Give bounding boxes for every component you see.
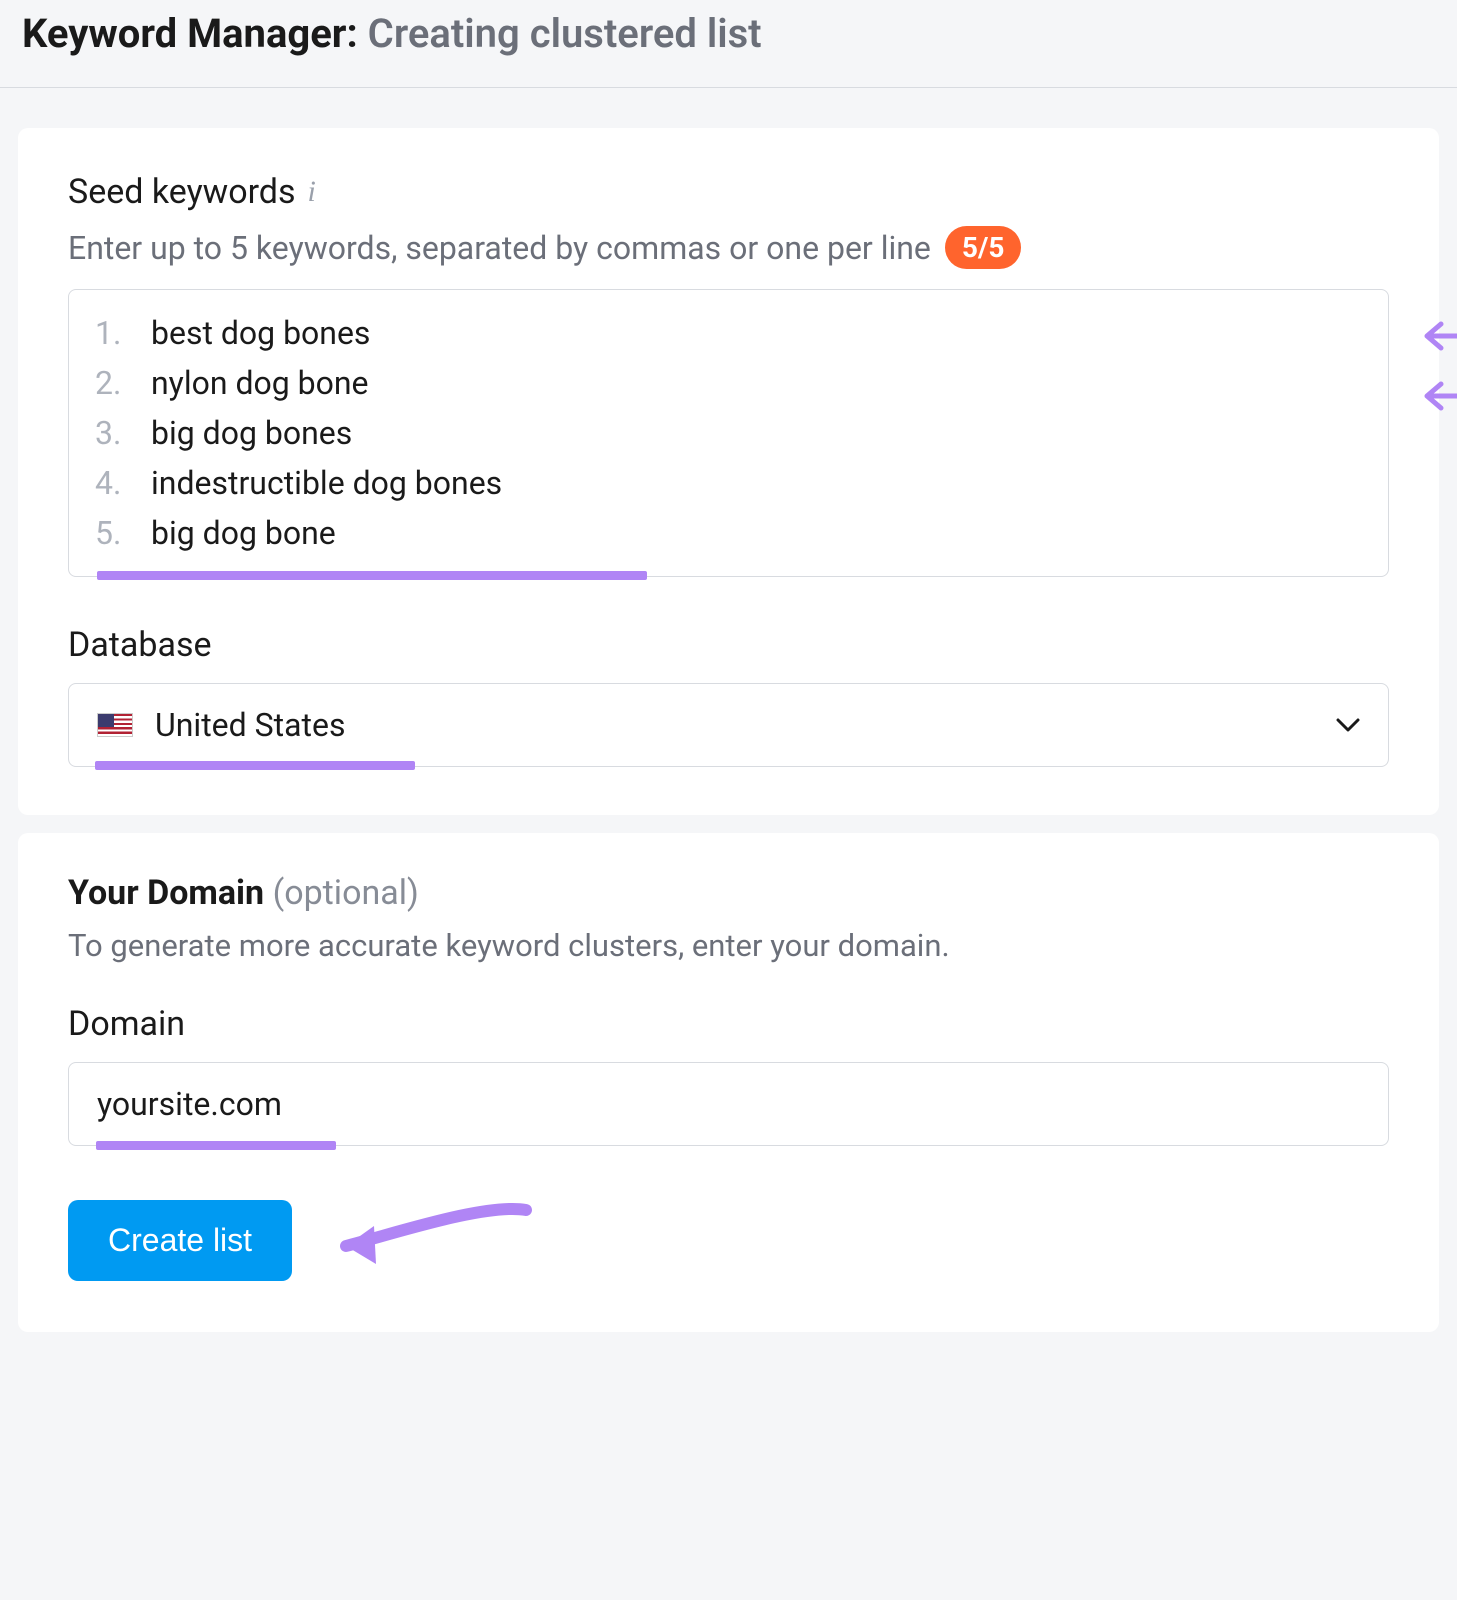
your-domain-description: To generate more accurate keyword cluste… [68,927,1389,964]
annotation-underline [95,761,415,770]
keyword-row-number: 4. [95,464,129,502]
seed-helper-row: Enter up to 5 keywords, separated by com… [68,226,1389,269]
keyword-row-text: indestructible dog bones [151,464,502,502]
page-header: Keyword Manager: Creating clustered list [0,0,1457,88]
create-row: Create list [68,1198,1389,1282]
keyword-row-text: big dog bone [151,514,336,552]
domain-input-wrap [68,1062,1389,1146]
keyword-row: 3. big dog bones [95,408,1362,458]
keyword-row-number: 2. [95,364,129,402]
page-title: Keyword Manager: [22,10,368,57]
keyword-row-number: 1. [95,314,129,352]
seed-keywords-card: Seed keywords i Enter up to 5 keywords, … [18,128,1439,815]
your-domain-card: Your Domain (optional) To generate more … [18,833,1439,1332]
domain-field-label: Domain [68,1004,1389,1044]
keyword-row: 1. best dog bones [95,308,1362,358]
database-select-value: United States [97,706,345,744]
annotation-underline [97,571,647,580]
keyword-row: 2. nylon dog bone [95,358,1362,408]
arrow-left-icon [1421,318,1457,354]
annotation-arrows [1421,318,1457,414]
keyword-row-number: 5. [95,514,129,552]
database-select[interactable]: United States [68,683,1389,767]
annotation-curved-arrow-icon [316,1198,536,1282]
keyword-row: 5. big dog bone [95,508,1362,558]
create-list-button[interactable]: Create list [68,1200,292,1281]
seed-keywords-label: Seed keywords [68,172,296,212]
arrow-left-icon [1421,378,1457,414]
domain-input[interactable] [68,1062,1389,1146]
page-subtitle: Creating clustered list [368,10,762,57]
annotation-underline [96,1141,336,1150]
seed-helper-text: Enter up to 5 keywords, separated by com… [68,229,931,267]
info-icon[interactable]: i [308,175,316,209]
your-domain-title: Your Domain [68,873,273,913]
seed-label-row: Seed keywords i [68,172,1389,212]
keyword-row-number: 3. [95,414,129,452]
keyword-row-text: nylon dog bone [151,364,369,402]
keyword-counter-badge: 5/5 [945,226,1022,269]
keyword-row-text: big dog bones [151,414,352,452]
optional-label: (optional) [273,873,419,913]
us-flag-icon [97,713,133,737]
keyword-row-text: best dog bones [151,314,370,352]
keyword-row: 4. indestructible dog bones [95,458,1362,508]
your-domain-heading: Your Domain (optional) [68,873,1389,913]
seed-keywords-input[interactable]: 1. best dog bones 2. nylon dog bone 3. b… [68,289,1389,577]
database-label: Database [68,625,1389,665]
chevron-down-icon [1336,713,1360,737]
database-selected-text: United States [155,706,345,744]
